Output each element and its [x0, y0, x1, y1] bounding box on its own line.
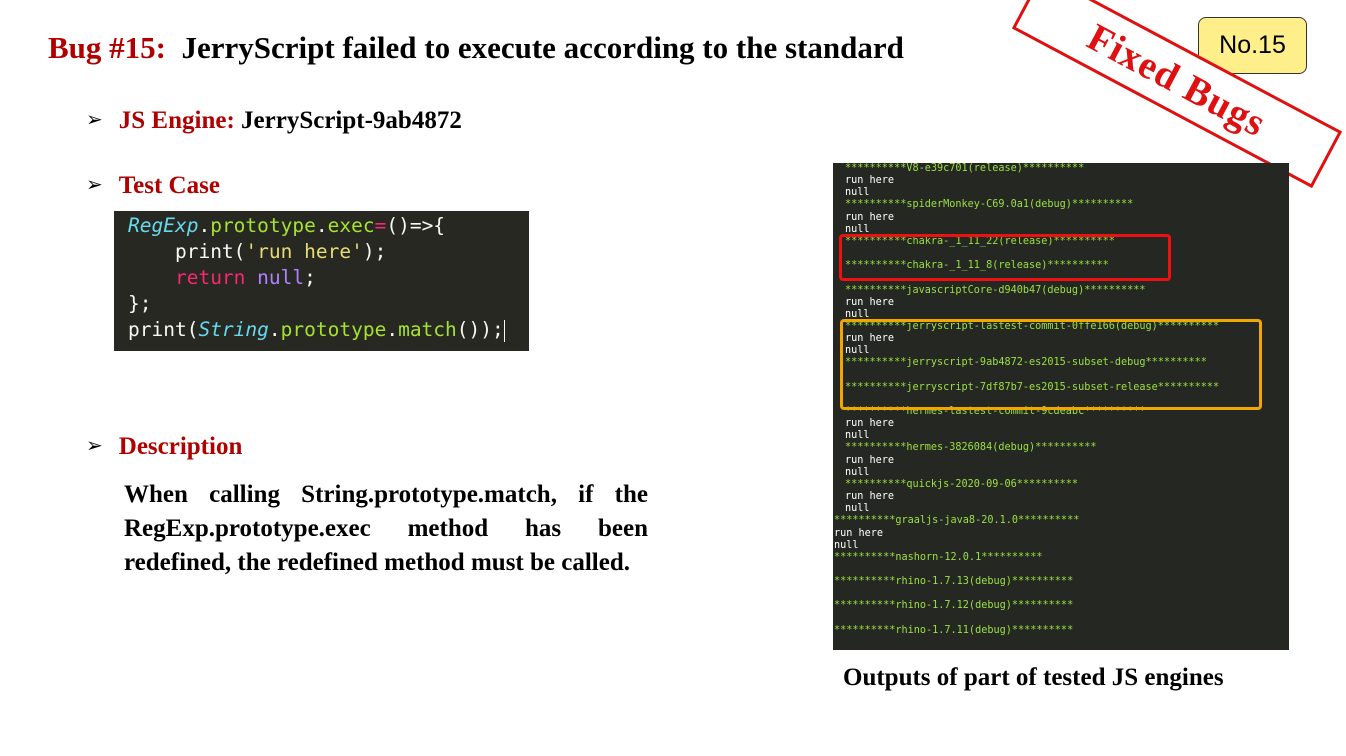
engine-value: JerryScript-9ab4872 — [241, 107, 462, 134]
bug-title-text: JerryScript failed to execute according … — [181, 30, 904, 65]
terminal-line: null — [845, 466, 870, 478]
terminal-line: run here — [845, 491, 895, 503]
code-token: RegExp — [128, 214, 199, 237]
code-token: ()=>{ — [386, 214, 446, 237]
code-token: print( — [174, 240, 246, 263]
code-token: match — [398, 318, 457, 341]
description-label: Description — [118, 433, 243, 460]
terminal-engine-header: **********V8-e39c701(release)********** — [845, 163, 1085, 174]
terminal-line: run here — [845, 296, 895, 308]
code-token: return — [174, 266, 246, 289]
terminal-engine-header: **********quickjs-2020-09-06********** — [845, 478, 1079, 490]
terminal-engine-header: **********rhino-1.7.12(debug)********** — [834, 600, 1074, 612]
code-line-2: print('run here'); — [128, 239, 529, 265]
code-token: . — [268, 318, 281, 341]
terminal-engine-header: **********javascriptCore-d940b47(debug)*… — [845, 284, 1146, 296]
terminal-engine-header: **********rhino-1.7.11(debug)********** — [834, 624, 1074, 636]
code-token: = — [374, 214, 387, 237]
bullet-arrow-icon: ➢ — [86, 107, 103, 131]
jerryscript-highlight-box — [840, 319, 1262, 410]
terminal-engine-header: **********graaljs-java8-20.1.0********** — [834, 515, 1080, 527]
terminal-line: null — [845, 503, 870, 515]
terminal-line: null — [845, 430, 870, 442]
code-line-5: print(String.prototype.match()); — [128, 317, 529, 343]
chakra-highlight-box — [839, 234, 1171, 281]
terminal-engine-header: **********nashorn-12.0.1********** — [834, 551, 1043, 563]
code-token: 'run here' — [245, 240, 363, 263]
code-line-1: RegExp.prototype.exec=()=>{ — [128, 213, 529, 239]
description-bullet: ➢ Description — [86, 433, 242, 461]
code-line-3: return null; — [128, 265, 529, 291]
terminal-engine-header: **********hermes-3826084(debug)*********… — [845, 442, 1097, 454]
bullet-arrow-icon: ➢ — [86, 433, 103, 457]
terminal-line: null — [834, 539, 859, 551]
test-case-bullet: ➢ Test Case — [86, 172, 220, 200]
engine-bullet: ➢ JS Engine: JerryScript-9ab4872 — [86, 107, 462, 135]
terminal-line: run here — [845, 175, 895, 187]
terminal-line: null — [845, 187, 870, 199]
code-token: exec — [327, 214, 375, 237]
terminal-line: run here — [845, 454, 895, 466]
code-token: null — [257, 266, 305, 289]
code-token: prototype — [210, 214, 316, 237]
code-token: ; — [304, 266, 316, 289]
slide-title: Bug #15: JerryScript failed to execute a… — [48, 30, 904, 66]
code-token: . — [198, 214, 211, 237]
terminal-engine-header: **********rhino-1.7.13(debug)********** — [834, 576, 1074, 588]
code-token: . — [315, 214, 328, 237]
bug-number: Bug #15: — [48, 30, 166, 65]
code-token: print( — [128, 318, 199, 341]
code-token: ()); — [456, 318, 504, 341]
code-token: prototype — [280, 318, 387, 341]
terminal-line: run here — [845, 211, 895, 223]
test-case-label: Test Case — [118, 172, 220, 199]
code-snippet: RegExp.prototype.exec=()=>{ print('run h… — [114, 211, 529, 351]
description-text: When calling String.prototype.match, if … — [124, 481, 648, 576]
terminal-engine-header: **********spiderMonkey-C69.0a1(debug)***… — [845, 199, 1134, 211]
engine-label: JS Engine: — [118, 107, 235, 134]
code-line-4: }; — [128, 292, 152, 315]
terminal-line: run here — [834, 527, 884, 539]
terminal-line: run here — [845, 418, 895, 430]
text-cursor — [503, 319, 505, 342]
code-token: . — [386, 318, 399, 341]
code-token: String — [198, 318, 269, 341]
terminal-caption: Outputs of part of tested JS engines — [843, 664, 1224, 691]
bullet-arrow-icon: ➢ — [86, 172, 103, 196]
code-token: ); — [362, 240, 387, 263]
